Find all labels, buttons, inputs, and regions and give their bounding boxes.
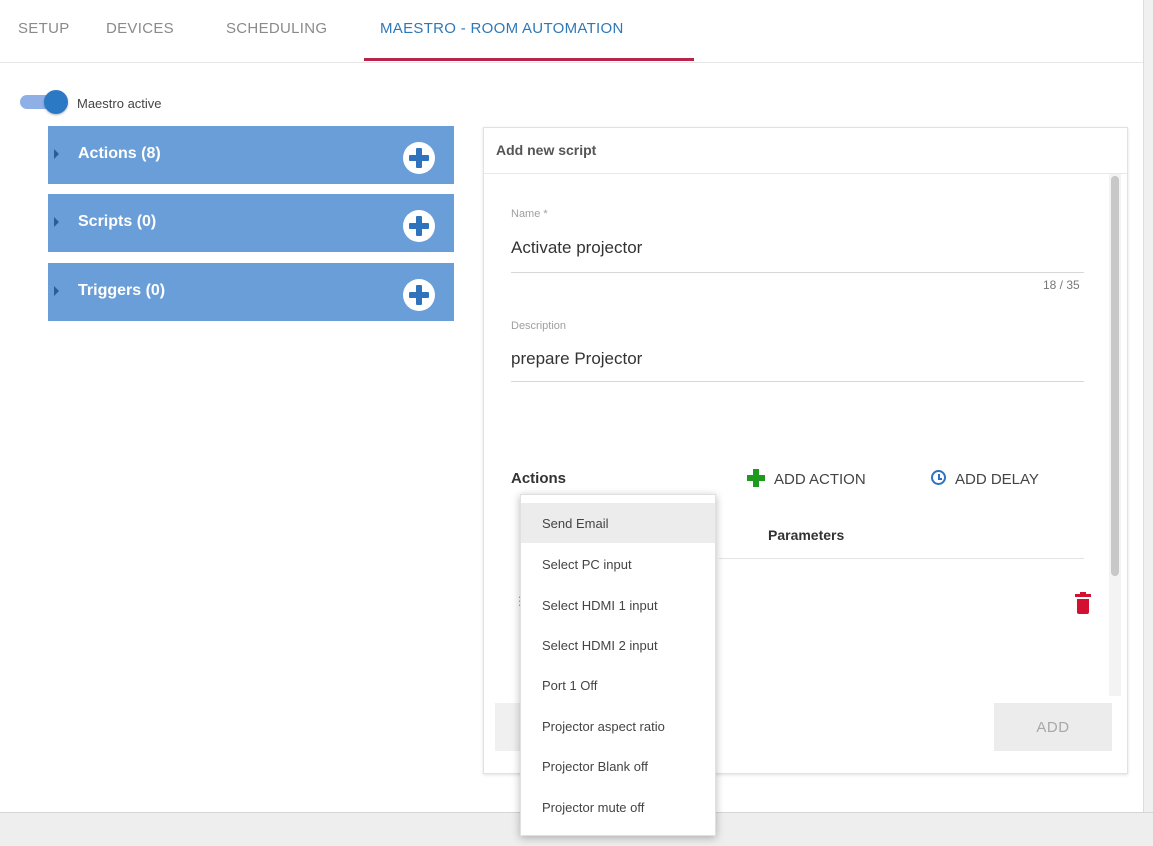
name-char-counter: 18 / 35 <box>1043 278 1080 292</box>
divider <box>719 558 1084 559</box>
description-field[interactable]: prepare Projector <box>511 349 642 369</box>
add-circle-icon[interactable] <box>403 210 435 242</box>
plus-icon <box>746 468 766 488</box>
menu-item[interactable]: Projector mute off <box>521 787 715 827</box>
menu-item[interactable]: Select HDMI 2 input <box>521 625 715 665</box>
add-circle-icon[interactable] <box>403 142 435 174</box>
menu-item-label: Projector Blank off <box>542 759 648 774</box>
description-field-label: Description <box>511 320 567 332</box>
tab-maestro-room-automation[interactable]: MAESTRO - ROOM AUTOMATION <box>380 20 624 37</box>
menu-item-label: Port 1 Off <box>542 678 598 693</box>
tab-scheduling[interactable]: SCHEDULING <box>226 20 327 37</box>
add-button[interactable]: ADD <box>994 703 1112 751</box>
menu-item[interactable]: Send Email <box>521 503 715 543</box>
description-field-underline <box>511 381 1084 382</box>
toggle-thumb[interactable] <box>44 90 68 114</box>
menu-item[interactable]: Select PC input <box>521 544 715 584</box>
panel-actions-label: Actions (8) <box>78 145 161 162</box>
expand-arrow-icon <box>54 286 59 296</box>
menu-item-label: Send Email <box>542 516 609 531</box>
actions-heading: Actions <box>511 470 567 487</box>
name-field[interactable]: Activate projector <box>511 238 642 258</box>
window-edge <box>1143 0 1153 812</box>
clock-icon <box>931 470 946 485</box>
menu-item-label: Select HDMI 1 input <box>542 598 658 613</box>
tab-devices[interactable]: DEVICES <box>106 20 174 37</box>
active-tab-indicator <box>364 58 694 61</box>
parameters-column-header: Parameters <box>768 527 845 543</box>
menu-item[interactable]: Projector aspect ratio <box>521 706 715 746</box>
menu-item-label: Select HDMI 2 input <box>542 638 658 653</box>
menu-item[interactable]: Projector Blank off <box>521 746 715 786</box>
tab-bar: SETUP DEVICES SCHEDULING MAESTRO - ROOM … <box>0 0 1143 63</box>
expand-arrow-icon <box>54 217 59 227</box>
toggle-label: Maestro active <box>77 96 162 111</box>
card-title: Add new script <box>496 142 597 158</box>
name-field-underline <box>511 272 1084 273</box>
menu-item[interactable]: Port 1 Off <box>521 665 715 705</box>
divider <box>484 173 1127 174</box>
add-delay-label: ADD DELAY <box>955 471 1039 488</box>
delete-icon[interactable] <box>1075 592 1091 614</box>
add-circle-icon[interactable] <box>403 279 435 311</box>
add-action-label: ADD ACTION <box>774 471 866 488</box>
name-field-label: Name * <box>511 208 548 220</box>
tab-setup[interactable]: SETUP <box>18 20 70 37</box>
menu-item-label: Projector aspect ratio <box>542 719 665 734</box>
action-select-menu: Send Email Select PC input Select HDMI 1… <box>520 494 716 836</box>
panel-scripts-label: Scripts (0) <box>78 213 157 230</box>
menu-item-label: Projector mute off <box>542 800 645 815</box>
scrollbar-thumb[interactable] <box>1111 176 1119 576</box>
panel-actions[interactable]: Actions (8) <box>48 126 454 184</box>
menu-item-label: Select PC input <box>542 557 632 572</box>
menu-item[interactable]: Select HDMI 1 input <box>521 585 715 625</box>
panel-triggers[interactable]: Triggers (0) <box>48 263 454 321</box>
panel-triggers-label: Triggers (0) <box>78 282 166 299</box>
expand-arrow-icon <box>54 149 59 159</box>
panel-scripts[interactable]: Scripts (0) <box>48 194 454 252</box>
